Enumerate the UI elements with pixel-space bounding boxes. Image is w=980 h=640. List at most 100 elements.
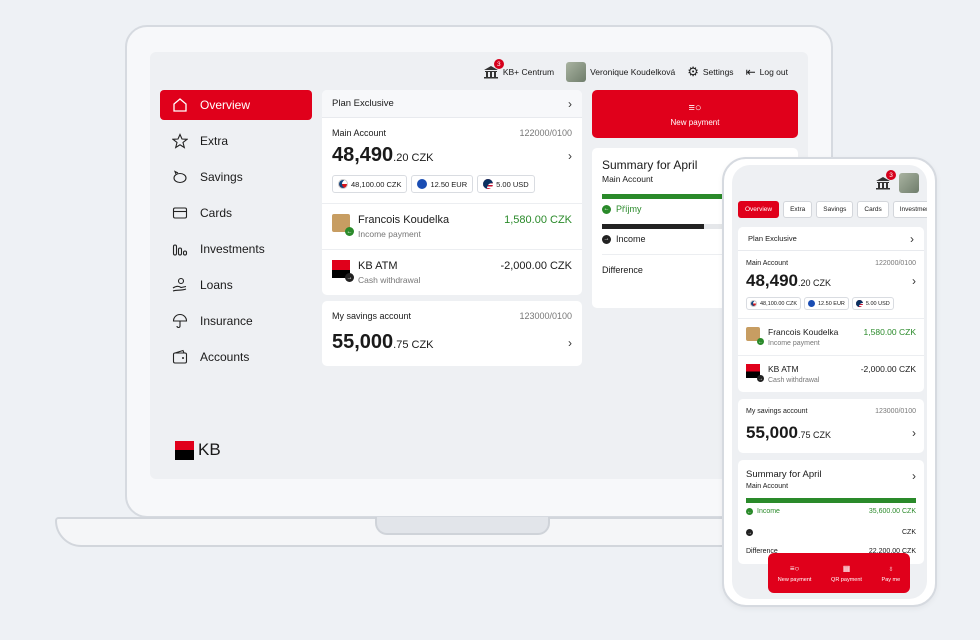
kb-logo-mark <box>175 440 194 460</box>
transaction-amount: 1,580.00 CZK <box>863 327 916 337</box>
kb-centrum-link[interactable]: 3 KB+ Centrum <box>483 59 554 79</box>
summary-title: Summary for April <box>746 469 822 480</box>
chevron-right-icon[interactable]: › <box>912 274 916 288</box>
sidebar-item-overview[interactable]: Overview <box>160 90 312 120</box>
transaction-amount: 1,580.00 CZK <box>504 214 572 226</box>
settings-button[interactable]: ⚙ Settings <box>687 64 733 80</box>
account-name: Main Account <box>746 260 789 267</box>
outgoing-arrow-icon: → <box>746 529 753 536</box>
transaction-row[interactable]: → KB ATM Cash withdrawal -2,000.00 CZK <box>322 249 582 295</box>
currency-chips: 48,100.00 CZK 12.50 EUR 5.00 USD <box>322 167 582 203</box>
us-flag-icon <box>855 300 863 307</box>
new-payment-button[interactable]: ≡○ New payment <box>592 90 798 138</box>
sidebar-item-extra[interactable]: Extra <box>160 126 312 156</box>
currency-chips: 48,100.00 CZK 12.50 EUR 5.00 USD <box>738 291 924 318</box>
chevron-right-icon: › <box>910 231 914 246</box>
umbrella-icon <box>172 313 188 328</box>
sidebar-item-insurance[interactable]: Insurance <box>160 306 312 336</box>
plan-label: Plan Exclusive <box>748 234 797 243</box>
plan-header[interactable]: Plan Exclusive › <box>738 227 924 251</box>
transaction-name: KB ATM <box>768 364 799 374</box>
desktop-screen: 3 KB+ Centrum Veronique Koudelková ⚙ Set… <box>150 52 808 479</box>
qr-code-icon: ▦ <box>842 563 851 573</box>
outgoing-arrow-icon: → <box>345 273 354 282</box>
chevron-right-icon[interactable]: › <box>912 426 916 440</box>
tab-overview[interactable]: Overview <box>738 201 780 218</box>
currency-chip[interactable]: 48,100.00 CZK <box>332 175 408 193</box>
account-balance: 55,000.75 CZK <box>332 331 434 353</box>
chevron-right-icon[interactable]: › <box>568 149 572 163</box>
currency-chip[interactable]: 48,100.00 CZK <box>746 297 801 310</box>
transaction-name: Francois Koudelka <box>358 214 450 226</box>
chevron-right-icon: › <box>568 96 572 111</box>
user-name: Veronique Koudelková <box>590 67 676 77</box>
summary-card[interactable]: Summary for April › Main Account ← Income … <box>738 460 924 564</box>
new-payment-label: New payment <box>670 117 720 127</box>
savings-account-card[interactable]: My savings account 123000/0100 55,000.75… <box>322 301 582 366</box>
phone-frame: 3 Overview Extra Savings Cards Investmen… <box>722 157 937 607</box>
currency-chip[interactable]: 5.00 USD <box>851 297 894 310</box>
transaction-row[interactable]: ← Francois Koudelka Income payment 1,580… <box>322 203 582 249</box>
kb-atm-icon: → <box>332 260 354 282</box>
income-arrow-icon: ← <box>746 508 753 515</box>
payment-icon: ≡○ <box>688 101 702 114</box>
sidebar-item-loans[interactable]: Loans <box>160 270 312 300</box>
kb-atm-icon: → <box>746 364 764 382</box>
tab-cards[interactable]: Cards <box>857 201 889 218</box>
tab-extra[interactable]: Extra <box>783 201 813 218</box>
income-arrow-icon: ← <box>757 338 764 345</box>
home-icon <box>173 98 187 112</box>
avatar <box>566 62 587 82</box>
mobile-action-bar: ≡○ New payment ▦ QR payment ♁ Pay me <box>768 553 910 593</box>
main-account-card[interactable]: Plan Exclusive › Main Account 122000/010… <box>738 227 924 392</box>
wallet-icon <box>172 349 188 364</box>
plan-header[interactable]: Plan Exclusive › <box>322 90 582 118</box>
sidebar-item-cards[interactable]: Cards <box>160 198 312 228</box>
pay-me-button[interactable]: ♁ Pay me <box>882 564 901 583</box>
currency-chip[interactable]: 12.50 EUR <box>411 175 474 193</box>
gear-icon: ⚙ <box>687 64 699 79</box>
sidebar-item-label: Cards <box>200 206 233 220</box>
top-bar: 3 KB+ Centrum Veronique Koudelková ⚙ Set… <box>483 59 788 82</box>
transaction-type: Cash withdrawal <box>768 377 820 384</box>
account-name: My savings account <box>332 311 412 321</box>
main-account-card[interactable]: Plan Exclusive › Main Account 122000/010… <box>322 90 582 295</box>
transaction-type: Income payment <box>768 340 820 347</box>
logout-button[interactable]: ⇤ Log out <box>746 65 788 79</box>
currency-chip[interactable]: 5.00 USD <box>477 175 535 193</box>
payer-avatar: ← <box>332 214 354 236</box>
chevron-right-icon[interactable]: › <box>568 336 572 350</box>
income-label: Income <box>616 234 646 244</box>
logout-icon: ⇤ <box>745 65 756 79</box>
eu-flag-icon <box>417 179 428 189</box>
transaction-row[interactable]: ← Francois Koudelka Income payment 1,580… <box>738 318 924 355</box>
savings-account-card[interactable]: My savings account 123000/0100 55,000.75… <box>738 399 924 453</box>
sidebar-item-accounts[interactable]: Accounts <box>160 342 312 372</box>
logout-label: Log out <box>759 67 788 77</box>
avatar[interactable] <box>899 173 919 193</box>
bank-icon: 3 <box>483 59 504 79</box>
tab-investments[interactable]: Investmen <box>892 201 927 218</box>
income-bar <box>746 498 916 503</box>
mobile-screen: 3 Overview Extra Savings Cards Investmen… <box>732 165 927 599</box>
income-label: Income <box>757 508 780 515</box>
transaction-name: KB ATM <box>358 260 398 272</box>
czech-flag-icon <box>750 300 757 307</box>
accounts-column: Plan Exclusive › Main Account 122000/010… <box>322 90 582 372</box>
sidebar-item-label: Loans <box>200 278 233 292</box>
notification-badge: 3 <box>493 59 504 69</box>
account-balance: 55,000.75 CZK <box>746 423 832 442</box>
transaction-name: Francois Koudelka <box>768 327 839 337</box>
tab-savings[interactable]: Savings <box>816 201 854 218</box>
qr-payment-button[interactable]: ▦ QR payment <box>831 564 862 583</box>
sidebar-item-investments[interactable]: Investments <box>160 234 312 264</box>
transaction-row[interactable]: → KB ATM Cash withdrawal -2,000.00 CZK <box>738 355 924 392</box>
sidebar-item-savings[interactable]: Savings <box>160 162 312 192</box>
new-payment-button[interactable]: ≡○ New payment <box>778 564 812 583</box>
account-name: Main Account <box>332 128 387 138</box>
mobile-accounts-column: Plan Exclusive › Main Account 122000/010… <box>738 227 924 564</box>
sidebar-item-label: Accounts <box>200 350 250 364</box>
currency-chip[interactable]: 12.50 EUR <box>804 297 849 310</box>
user-profile[interactable]: Veronique Koudelková <box>566 62 675 82</box>
bank-icon[interactable]: 3 <box>875 170 896 190</box>
